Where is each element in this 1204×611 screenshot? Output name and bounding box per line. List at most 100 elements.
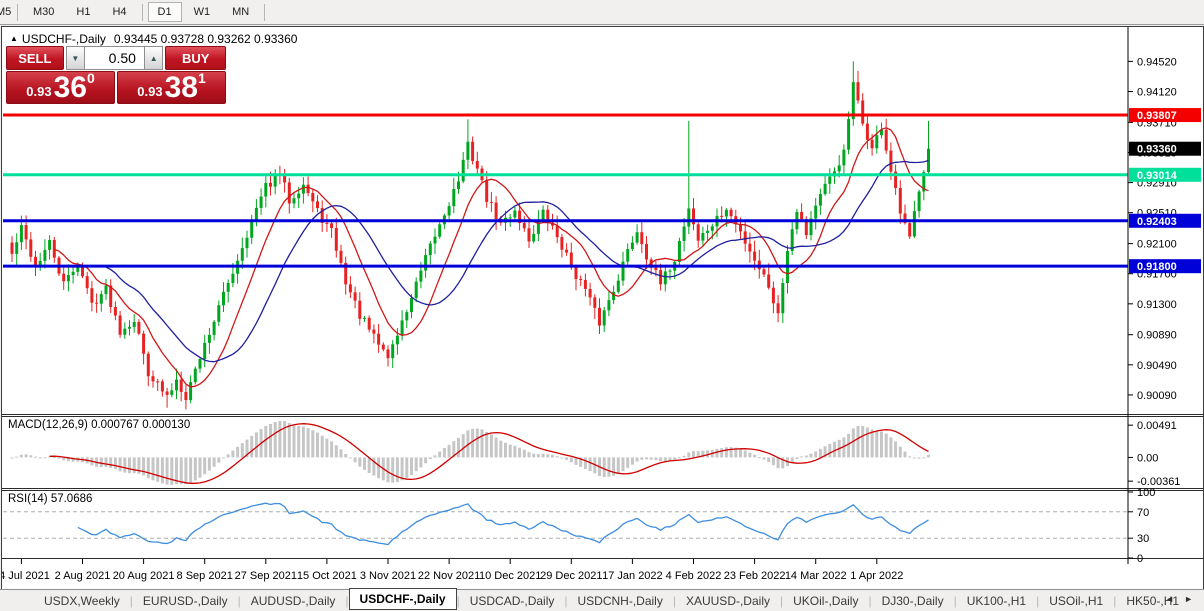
macd-bar: [278, 420, 282, 458]
macd-bar: [856, 425, 860, 458]
candle-body: [635, 232, 639, 243]
date-axis-label: 22 Nov 2021: [418, 570, 480, 582]
timeframe-button-d1[interactable]: D1: [147, 2, 182, 22]
candle-body: [71, 271, 75, 276]
chart-tab-uk100-h1[interactable]: UK100-,H1: [957, 592, 1036, 610]
candle-body: [198, 359, 202, 369]
volume-decrease-button[interactable]: ▼: [65, 46, 86, 70]
price-marker-value: 0.93360: [1137, 144, 1177, 156]
macd-bar: [344, 454, 348, 458]
macd-bar: [908, 456, 912, 458]
candle-body: [189, 382, 193, 401]
macd-bar: [447, 444, 451, 458]
macd-bar: [377, 457, 381, 479]
candle-body: [588, 288, 592, 298]
timeframe-button-m30[interactable]: M30: [23, 2, 64, 22]
candle-body: [842, 149, 846, 166]
collapse-chart-icon[interactable]: ▲: [10, 34, 18, 43]
date-axis-label: 20 Aug 2021: [113, 570, 175, 582]
chart-tab-ukoil-daily[interactable]: UKOil-,Daily: [783, 592, 868, 610]
macd-bar: [748, 452, 752, 458]
macd-bar: [151, 457, 155, 481]
candle-body: [212, 321, 216, 335]
sell-price-display[interactable]: 0.93 36 0: [6, 71, 115, 104]
macd-bar: [927, 454, 930, 458]
candle-body: [29, 239, 33, 257]
candle-body: [565, 249, 569, 253]
macd-bar: [146, 457, 150, 479]
chart-title: ▲ USDCHF-,Daily 0.93445 0.93728 0.93262 0.…: [10, 32, 297, 46]
macd-bar: [861, 425, 865, 458]
macd-bar: [847, 433, 851, 458]
candle-body: [231, 273, 235, 284]
sell-button[interactable]: SELL: [6, 46, 64, 70]
macd-bar: [306, 428, 310, 458]
candle-body: [870, 139, 874, 149]
chart-tab-usoil-h1[interactable]: USOil-,H1: [1039, 592, 1113, 610]
macd-bar: [254, 432, 258, 458]
price-chart-canvas[interactable]: 0.945200.941200.937100.933100.929100.925…: [2, 27, 1203, 589]
macd-bar: [767, 457, 771, 463]
candle-body: [170, 390, 174, 395]
macd-bar: [395, 457, 399, 483]
timeframe-button-mn[interactable]: MN: [222, 2, 259, 22]
macd-bar: [179, 457, 183, 484]
candle-body: [245, 237, 249, 249]
candle-body: [325, 222, 329, 224]
candle-body: [837, 165, 841, 172]
tab-scroll-right-icon[interactable]: ►: [1179, 594, 1198, 604]
date-axis-label: 4 Feb 2022: [666, 570, 722, 582]
chart-tab-eurusd-daily[interactable]: EURUSD-,Daily: [133, 592, 238, 610]
candle-body: [527, 228, 531, 242]
macd-bar: [645, 457, 648, 460]
macd-bar: [283, 421, 287, 458]
tab-scroll-left-icon[interactable]: ◄: [1160, 594, 1179, 604]
chart-tab-audusd-daily[interactable]: AUDUSD-,Daily: [241, 592, 346, 610]
chart-tab-xauusd-daily[interactable]: XAUUSD-,Daily: [676, 592, 780, 610]
buy-button[interactable]: BUY: [165, 46, 226, 70]
candle-body: [447, 206, 451, 216]
candle-body: [677, 240, 681, 262]
candle-body: [377, 333, 381, 345]
chart-tab-usdx-weekly[interactable]: USDX,Weekly: [34, 592, 130, 610]
macd-bar: [814, 451, 818, 458]
candle-body: [720, 215, 724, 217]
chart-tab-usdcnh-daily[interactable]: USDCNH-,Daily: [568, 592, 673, 610]
chart-tab-dj30-daily[interactable]: DJ30-,Daily: [872, 592, 954, 610]
macd-bar: [400, 457, 404, 481]
macd-bar: [273, 422, 277, 458]
macd-bar: [776, 457, 780, 469]
chart-tab-usdchf-daily[interactable]: USDCHF-,Daily: [348, 588, 457, 610]
candle-body: [287, 182, 291, 204]
candle-body: [485, 180, 489, 203]
candle-body: [222, 291, 225, 306]
candle-body: [43, 249, 47, 261]
timeframe-button-m5[interactable]: M5: [0, 2, 12, 22]
volume-input[interactable]: 0.50: [85, 46, 144, 70]
volume-increase-button[interactable]: ▲: [143, 46, 164, 70]
date-axis-label: 23 Feb 2022: [724, 570, 786, 582]
macd-bar: [38, 457, 42, 459]
candle-body: [254, 207, 258, 220]
timeframe-button-w1[interactable]: W1: [184, 2, 221, 22]
chart-tab-usdcad-daily[interactable]: USDCAD-,Daily: [460, 592, 565, 610]
macd-bar: [240, 443, 244, 458]
date-axis-label: 14 Jul 2021: [2, 570, 50, 582]
candle-body: [391, 344, 395, 359]
timeframe-button-h1[interactable]: H1: [66, 2, 100, 22]
candle-body: [95, 302, 99, 304]
macd-bar: [494, 437, 498, 458]
chart-tab-bar: USDX,Weekly | EURUSD-,Daily | AUDUSD-,Daily |…: [0, 588, 1204, 611]
candle-body: [24, 225, 28, 240]
candle-body: [583, 279, 587, 289]
macd-bar: [339, 449, 343, 458]
candle-body: [15, 242, 19, 254]
candle-body: [800, 211, 804, 220]
macd-bar: [419, 457, 423, 468]
candle-body: [400, 320, 404, 336]
buy-price-display[interactable]: 0.93 38 1: [117, 71, 226, 104]
candle-body: [593, 297, 597, 308]
candle-body: [762, 269, 766, 275]
timeframe-button-h4[interactable]: H4: [102, 2, 136, 22]
macd-bar: [231, 450, 235, 458]
